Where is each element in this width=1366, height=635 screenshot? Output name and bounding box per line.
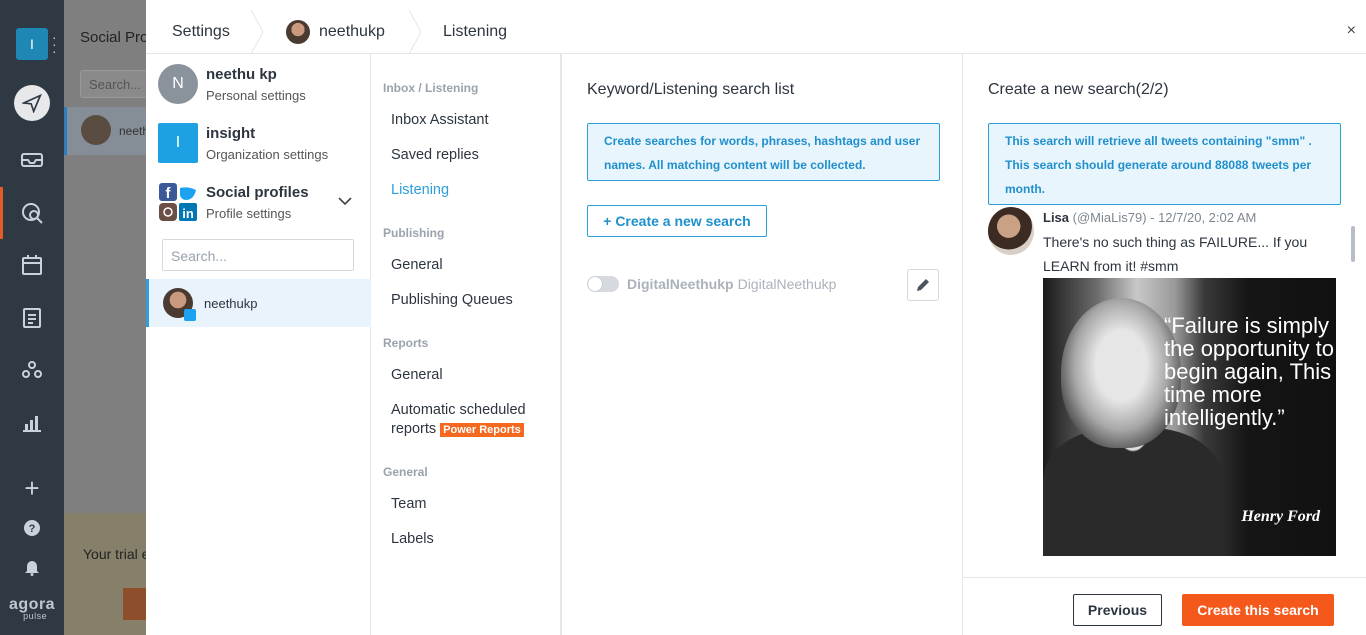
background-profile-row: neeth xyxy=(64,107,150,155)
account-sub: Organization settings xyxy=(206,146,329,162)
settings-modal: Settings neethukp Listening × N neethu k… xyxy=(146,10,1366,635)
breadcrumb-profile-label: neethukp xyxy=(319,23,385,40)
twitter-icon xyxy=(184,309,196,321)
audience-icon[interactable] xyxy=(16,354,48,386)
breadcrumb-separator xyxy=(408,10,422,54)
nav-automatic-reports-line1: Automatic scheduled xyxy=(391,402,526,418)
search-toggle[interactable] xyxy=(587,276,619,292)
tweet-text: There's no such thing as FAILURE... If y… xyxy=(1043,234,1308,274)
account-organization[interactable]: I insight Organization settings xyxy=(158,123,328,163)
trial-banner: Your trial e xyxy=(64,513,153,635)
trial-text: Your trial e xyxy=(83,546,150,562)
edit-search-button[interactable] xyxy=(907,269,939,301)
social-networks-icon: f in xyxy=(158,182,198,222)
keyword-search-list: Keyword/Listening search list Create sea… xyxy=(561,54,963,635)
nav-reports-general[interactable]: General xyxy=(391,366,443,385)
account-sub: Profile settings xyxy=(206,205,292,221)
pencil-icon xyxy=(917,279,929,291)
avatar: N xyxy=(158,64,198,104)
tweet-handle-date: (@MiaLis79) - 12/7/20, 2:02 AM xyxy=(1072,210,1257,225)
add-icon[interactable]: + xyxy=(16,472,48,504)
quote-author: Henry Ford xyxy=(1241,508,1320,525)
inbox-icon[interactable] xyxy=(16,144,48,176)
calendar-icon[interactable] xyxy=(16,249,48,281)
background-profile-name: neeth xyxy=(119,124,150,138)
workspace-logo[interactable]: I xyxy=(16,28,48,60)
breadcrumb-separator xyxy=(250,10,264,54)
more-vertical-icon[interactable]: · · · xyxy=(52,30,58,58)
listening-icon[interactable] xyxy=(16,197,48,229)
profile-search-input[interactable]: Search... xyxy=(162,239,354,271)
keyword-list-title: Keyword/Listening search list xyxy=(587,81,795,98)
tweet-meta: Lisa (@MiaLis79) - 12/7/20, 2:02 AM xyxy=(1043,210,1256,225)
create-new-search-button[interactable]: + Create a new search xyxy=(587,205,767,237)
nav-automatic-reports-line2: reports xyxy=(391,421,437,437)
account-personal[interactable]: N neethu kp Personal settings xyxy=(158,64,306,104)
power-reports-badge: Power Reports xyxy=(440,423,524,437)
help-icon[interactable]: ? xyxy=(16,512,48,544)
tweet-author: Lisa xyxy=(1043,210,1070,225)
avatar xyxy=(286,20,310,44)
breadcrumb-page: Listening xyxy=(443,23,508,40)
create-search-button[interactable]: Create this search xyxy=(1182,594,1334,626)
chevron-down-icon[interactable] xyxy=(338,196,352,206)
breadcrumb-profile[interactable]: neethukp xyxy=(286,10,385,54)
account-column: N neethu kp Personal settings I insight … xyxy=(146,54,371,635)
new-search-info-box: This search will retrieve all tweets con… xyxy=(988,123,1341,205)
publish-icon[interactable] xyxy=(14,85,50,121)
avatar xyxy=(81,115,111,145)
organization-logo: I xyxy=(158,123,198,163)
avatar xyxy=(163,288,196,321)
account-social-profiles[interactable]: f in Social profiles Profile settings xyxy=(158,182,358,222)
svg-text:?: ? xyxy=(29,523,36,535)
app-sidebar: I · · · + ? agora pulse xyxy=(0,0,64,635)
planner-icon[interactable] xyxy=(16,301,48,333)
keyword-info-box: Create searches for words, phrases, hash… xyxy=(587,123,940,181)
nav-header-publishing: Publishing xyxy=(383,226,445,240)
account-name: neethu kp xyxy=(206,65,277,83)
account-sub: Personal settings xyxy=(206,87,306,103)
nav-inbox-assistant[interactable]: Inbox Assistant xyxy=(391,111,489,130)
account-name: insight xyxy=(206,124,256,142)
close-icon[interactable]: × xyxy=(1347,22,1356,40)
nav-header-inbox: Inbox / Listening xyxy=(383,81,479,95)
nav-header-reports: Reports xyxy=(383,336,429,350)
notification-bell-icon[interactable] xyxy=(16,551,48,583)
agorapulse-logo: agora pulse xyxy=(9,596,56,621)
scrollbar[interactable] xyxy=(1351,226,1355,262)
background-app: Social Pro Search... neeth Your trial e xyxy=(64,0,160,635)
account-name: Social profiles xyxy=(206,183,309,201)
background-title: Social Pro xyxy=(80,29,149,46)
breadcrumb: Settings neethukp Listening × xyxy=(146,10,1366,54)
panel-footer: Previous Create this search xyxy=(963,577,1366,635)
profile-name: neethukp xyxy=(204,295,258,311)
new-search-panel: Create a new search(2/2) This search wil… xyxy=(963,54,1366,635)
quote-text: “Failure is simply the opportunity to be… xyxy=(1164,313,1335,430)
profile-item-neethukp[interactable]: neethukp xyxy=(146,279,371,327)
svg-text:in: in xyxy=(182,206,194,221)
nav-saved-replies[interactable]: Saved replies xyxy=(391,146,479,165)
tweet-image: “Failure is simply the opportunity to be… xyxy=(1043,278,1336,556)
nav-listening[interactable]: Listening xyxy=(391,181,449,200)
nav-labels[interactable]: Labels xyxy=(391,530,434,549)
avatar xyxy=(988,207,1034,255)
nav-publishing-queues[interactable]: Publishing Queues xyxy=(391,291,513,310)
nav-header-general: General xyxy=(383,465,428,479)
image-face xyxy=(1061,298,1181,448)
nav-publishing-general[interactable]: General xyxy=(391,256,443,275)
keyword-list-item: DigitalNeethukp DigitalNeethukp xyxy=(587,276,836,292)
previous-button[interactable]: Previous xyxy=(1073,594,1162,626)
search-handle: DigitalNeethukp xyxy=(737,276,837,292)
settings-nav: Inbox / Listening Inbox Assistant Saved … xyxy=(371,54,561,635)
nav-team[interactable]: Team xyxy=(391,495,426,514)
nav-automatic-reports[interactable]: Automatic scheduled reports Power Report… xyxy=(391,401,526,440)
breadcrumb-settings[interactable]: Settings xyxy=(172,10,230,54)
search-name: DigitalNeethukp xyxy=(627,276,734,292)
reports-icon[interactable] xyxy=(16,406,48,438)
new-search-title: Create a new search(2/2) xyxy=(988,81,1169,98)
active-indicator xyxy=(0,187,3,239)
